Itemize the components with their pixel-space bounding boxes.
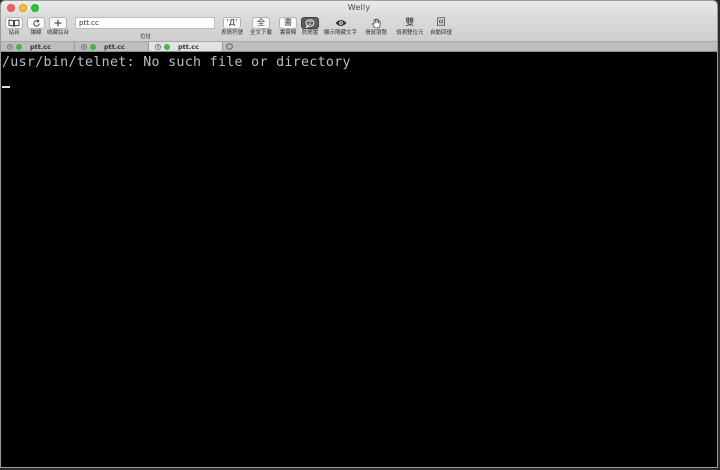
text-cursor bbox=[2, 86, 10, 88]
tab-title: ptt.cc bbox=[103, 42, 126, 51]
eye-icon bbox=[333, 17, 349, 29]
app-window: Welly 站台 讓線 收藏站台 ptt.cc 位址 'Д' 表情符號 全 全文… bbox=[0, 0, 718, 468]
show-hidden-text-button[interactable]: 顯示隱藏文字 bbox=[324, 17, 357, 37]
emoticons-button[interactable]: 'Д' 表情符號 bbox=[221, 17, 243, 37]
add-site-button[interactable]: 收藏站台 bbox=[47, 17, 69, 37]
terminal-screen[interactable]: /usr/bin/telnet: No such file or directo… bbox=[1, 53, 717, 467]
plus-icon bbox=[49, 17, 67, 29]
double-byte-icon: 雙 bbox=[405, 17, 415, 28]
reconnect-button[interactable]: 讓線 bbox=[27, 17, 45, 37]
tab-2[interactable]: ✕ ptt.cc bbox=[75, 42, 149, 51]
sites-button[interactable]: 站台 bbox=[5, 17, 23, 37]
hand-icon bbox=[368, 17, 384, 29]
auto-reply-button[interactable]: 回 自動回復 bbox=[430, 17, 452, 37]
refresh-icon bbox=[27, 17, 45, 29]
mouse-browse-button[interactable]: 滑鼠瀏覽 bbox=[365, 17, 387, 37]
terminal-output-line: /usr/bin/telnet: No such file or directo… bbox=[2, 55, 351, 70]
book-icon bbox=[5, 17, 23, 29]
address-label: 位址 bbox=[140, 34, 152, 40]
download-button[interactable]: 全 全文下載 bbox=[250, 17, 272, 37]
double-byte-button[interactable]: 雙 偵測雙位元 bbox=[396, 17, 424, 37]
tab-3[interactable]: ✕ ptt.cc bbox=[149, 42, 223, 51]
auto-reply-icon: 回 bbox=[436, 17, 446, 28]
emoticon-icon: 'Д' bbox=[223, 17, 241, 29]
download-icon: 全 bbox=[252, 17, 270, 29]
toolbar: 站台 讓線 收藏站台 ptt.cc 位址 'Д' 表情符號 全 全文下載 書 書… bbox=[1, 15, 717, 41]
tab-bar: ✕ ptt.cc ✕ ptt.cc ✕ ptt.cc bbox=[1, 41, 717, 52]
svg-text:Z: Z bbox=[308, 20, 311, 26]
tab-title: ptt.cc bbox=[29, 42, 52, 51]
bookmarks-button[interactable]: 書 書簽欄 bbox=[279, 17, 297, 37]
bookmark-icon: 書 bbox=[279, 17, 297, 29]
tab-title: ptt.cc bbox=[177, 42, 200, 51]
title-bar: Welly bbox=[1, 1, 717, 15]
tab-1[interactable]: ✕ ptt.cc bbox=[1, 42, 75, 51]
anti-idle-button[interactable]: Z 防閒置 bbox=[301, 17, 319, 37]
new-tab-button[interactable] bbox=[223, 42, 235, 51]
circle-icon bbox=[225, 43, 233, 50]
anti-idle-icon: Z bbox=[301, 17, 319, 29]
window-title: Welly bbox=[347, 3, 371, 12]
address-input[interactable]: ptt.cc bbox=[75, 17, 215, 29]
